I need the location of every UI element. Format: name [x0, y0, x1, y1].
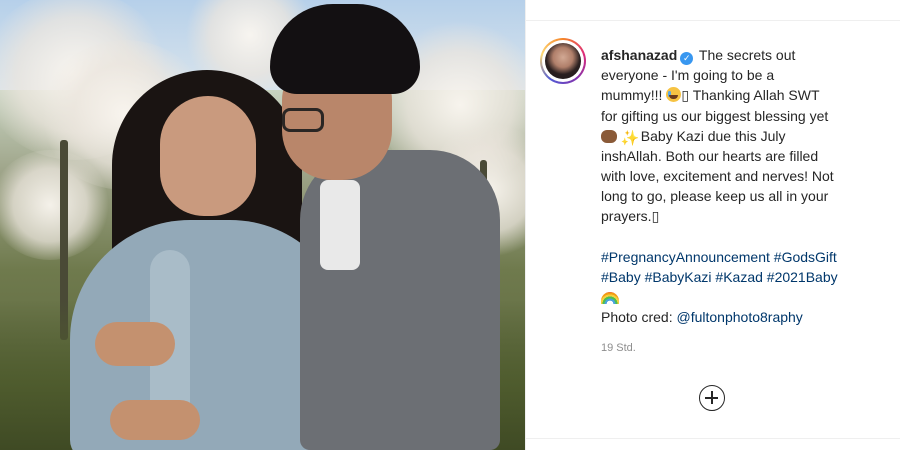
- post-photo[interactable]: [0, 0, 525, 450]
- caption-line: prayers.▯: [601, 206, 886, 227]
- photo-man-shirt: [320, 180, 360, 270]
- caption-line: [601, 287, 886, 307]
- divider: [526, 438, 900, 439]
- username-link[interactable]: afshanazad: [601, 47, 677, 63]
- photo-credit-handle-link[interactable]: @fultonphoto8raphy: [677, 309, 803, 325]
- caption-line: for gifting us our biggest blessing yet: [601, 108, 829, 124]
- caption-text: Baby Kazi due this July: [640, 128, 786, 144]
- crying-face-emoji: [666, 87, 682, 102]
- caption-line: ✨ Baby Kazi due this July: [601, 126, 886, 146]
- rainbow-emoji: [601, 292, 619, 304]
- plus-circle-icon[interactable]: [699, 385, 725, 411]
- photo-credit-line: Photo cred: @fultonphoto8raphy: [601, 307, 886, 327]
- photo-blossom-tree: [0, 150, 110, 260]
- caption-text: mummy!!!: [601, 87, 667, 103]
- avatar-image: [545, 43, 581, 79]
- post-details-panel: afshanazad ✓ The secrets out everyone - I…: [525, 0, 900, 450]
- verified-badge-icon: ✓: [680, 52, 694, 65]
- raised-hands-emoji: [601, 130, 617, 143]
- caption-text: prayers.: [601, 208, 652, 224]
- caption-text: Thanking Allah SWT: [689, 87, 820, 103]
- hashtag-line[interactable]: #Baby #BabyKazi #Kazad #2021Baby: [601, 267, 886, 287]
- caption-line: everyone - I'm going to be a: [601, 67, 775, 83]
- photo-woman-face: [160, 96, 256, 216]
- profile-avatar[interactable]: [540, 38, 586, 84]
- photo-woman-hand: [95, 322, 175, 366]
- missing-glyph: ▯: [681, 88, 690, 104]
- photo-woman-hand: [110, 400, 200, 440]
- photo-credit-label: Photo cred:: [601, 309, 677, 325]
- photo-man-glasses: [282, 108, 324, 132]
- caption-line: mummy!!! ▯ Thanking Allah SWT: [601, 85, 886, 106]
- hashtag-line[interactable]: #PregnancyAnnouncement #GodsGift: [601, 247, 886, 267]
- avatar-border: [542, 40, 584, 82]
- sparkles-emoji: ✨: [620, 130, 640, 147]
- caption-line: afshanazad ✓ The secrets out: [601, 45, 886, 65]
- divider: [526, 20, 900, 21]
- post-timestamp[interactable]: 19 Std.: [601, 342, 636, 354]
- caption-line: long to go, please keep us all in your: [601, 188, 829, 204]
- missing-glyph: ▯: [651, 209, 660, 225]
- caption-line: inshAllah. Both our hearts are filled: [601, 148, 819, 164]
- post-caption: afshanazad ✓ The secrets out everyone - I…: [601, 45, 886, 327]
- caption-line: with love, excitement and nerves! Not: [601, 168, 834, 184]
- caption-text: The secrets out: [698, 47, 796, 63]
